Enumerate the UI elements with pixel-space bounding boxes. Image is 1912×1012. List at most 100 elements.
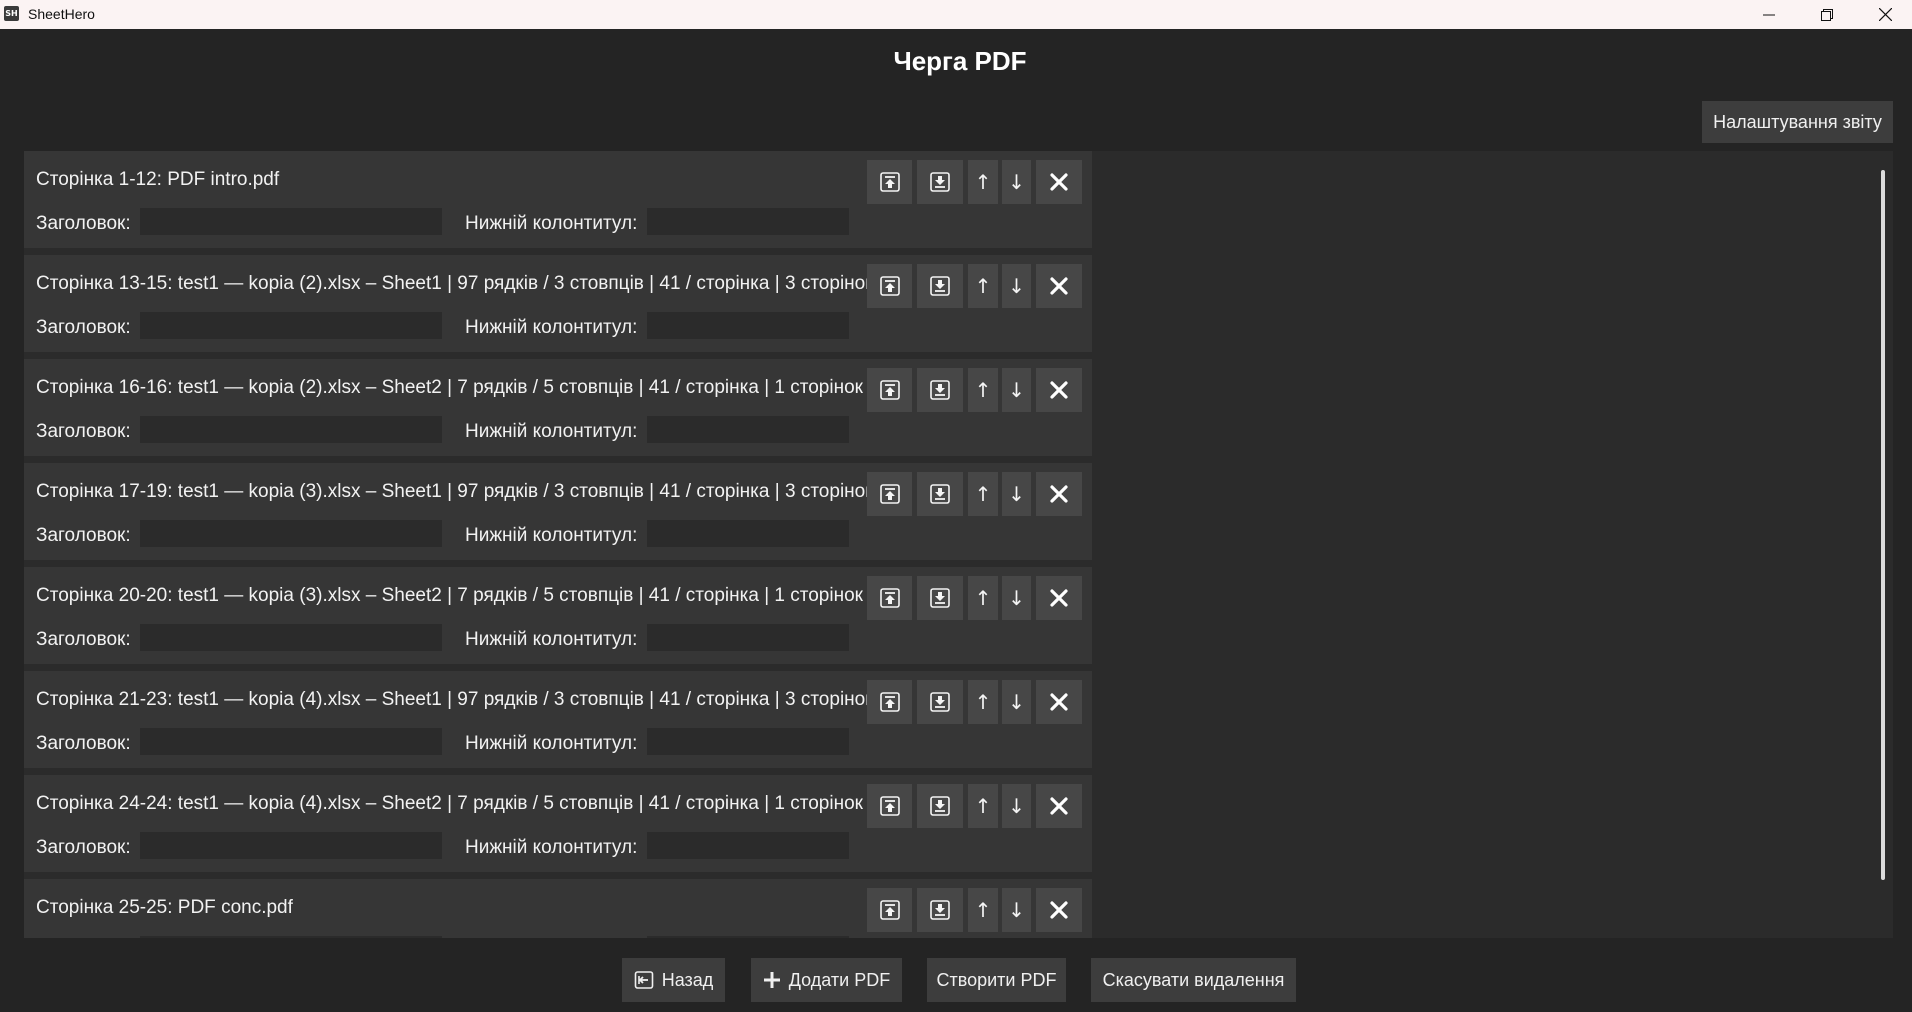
close-icon [1050, 901, 1068, 919]
move-to-bottom-button[interactable] [917, 680, 963, 724]
move-up-button[interactable]: ↑ [968, 680, 998, 724]
queue-item: Сторінка 17-19: test1 — kopia (3).xlsx –… [24, 463, 1092, 560]
header-input[interactable] [140, 208, 442, 235]
minimize-icon [1763, 14, 1775, 15]
window-title-bar: SH SheetHero [0, 0, 1912, 29]
remove-item-button[interactable] [1036, 264, 1082, 308]
close-icon [1050, 485, 1068, 503]
remove-item-button[interactable] [1036, 160, 1082, 204]
remove-item-button[interactable] [1036, 784, 1082, 828]
header-input[interactable] [140, 312, 442, 339]
move-down-button[interactable]: ↓ [1002, 264, 1031, 308]
close-icon [1050, 693, 1068, 711]
move-up-button[interactable]: ↑ [968, 160, 998, 204]
remove-item-button[interactable] [1036, 472, 1082, 516]
move-to-top-button[interactable] [867, 264, 912, 308]
queue-item-title: Сторінка 21-23: test1 — kopia (4).xlsx –… [36, 689, 874, 710]
move-to-top-button[interactable] [867, 680, 912, 724]
footer-input[interactable] [647, 312, 849, 339]
move-to-bottom-icon [930, 380, 950, 400]
move-to-top-icon [879, 484, 900, 504]
queue-item-title: Сторінка 24-24: test1 — kopia (4).xlsx –… [36, 793, 863, 814]
header-input[interactable] [140, 416, 442, 443]
move-to-bottom-button[interactable] [917, 784, 963, 828]
move-to-top-button[interactable] [867, 576, 912, 620]
queue-item: Сторінка 1-12: PDF intro.pdf Заголовок: … [24, 151, 1092, 248]
header-label: Заголовок: [36, 629, 131, 650]
move-to-bottom-button[interactable] [917, 472, 963, 516]
footer-input[interactable] [647, 728, 849, 755]
minimize-button[interactable] [1740, 0, 1798, 29]
remove-item-button[interactable] [1036, 576, 1082, 620]
move-to-top-icon [879, 900, 900, 920]
footer-input[interactable] [647, 624, 849, 651]
footer-input[interactable] [647, 416, 849, 443]
move-down-button[interactable]: ↓ [1002, 576, 1031, 620]
header-label: Заголовок: [36, 837, 131, 858]
move-up-button[interactable]: ↑ [968, 264, 998, 308]
move-up-button[interactable]: ↑ [968, 888, 998, 932]
move-to-top-button[interactable] [867, 368, 912, 412]
undo-delete-button[interactable]: Скасувати видалення [1091, 958, 1296, 1002]
footer-input[interactable] [647, 936, 849, 938]
header-input[interactable] [140, 520, 442, 547]
remove-item-button[interactable] [1036, 368, 1082, 412]
header-input[interactable] [140, 728, 442, 755]
footer-label: Нижній колонтитул: [465, 317, 638, 338]
move-down-button[interactable]: ↓ [1002, 784, 1031, 828]
footer-label: Нижній колонтитул: [465, 629, 638, 650]
arrow-down-icon: ↓ [1008, 898, 1025, 922]
back-button[interactable]: Назад [622, 958, 725, 1002]
queue-item: Сторінка 21-23: test1 — kopia (4).xlsx –… [24, 671, 1092, 768]
queue-item: Сторінка 25-25: PDF conc.pdf Заголовок: … [24, 879, 1092, 938]
move-up-button[interactable]: ↑ [968, 368, 998, 412]
add-pdf-label: Додати PDF [788, 969, 891, 990]
footer-label: Нижній колонтитул: [465, 525, 638, 546]
move-to-bottom-button[interactable] [917, 576, 963, 620]
add-pdf-button[interactable]: Додати PDF [751, 958, 902, 1002]
move-to-top-button[interactable] [867, 784, 912, 828]
window-close-button[interactable] [1856, 0, 1912, 29]
move-to-bottom-icon [930, 900, 950, 920]
move-to-bottom-button[interactable] [917, 160, 963, 204]
arrow-up-icon: ↑ [974, 898, 992, 922]
footer-label: Нижній колонтитул: [465, 733, 638, 754]
arrow-up-icon: ↑ [974, 690, 992, 714]
move-to-bottom-button[interactable] [917, 264, 963, 308]
move-down-button[interactable]: ↓ [1002, 160, 1031, 204]
move-down-button[interactable]: ↓ [1002, 472, 1031, 516]
scrollbar[interactable] [1873, 151, 1893, 938]
footer-input[interactable] [647, 832, 849, 859]
close-icon [1878, 8, 1892, 21]
header-input[interactable] [140, 832, 442, 859]
arrow-up-icon: ↑ [974, 378, 992, 402]
move-to-bottom-button[interactable] [917, 888, 963, 932]
move-to-top-button[interactable] [867, 888, 912, 932]
move-down-button[interactable]: ↓ [1002, 680, 1031, 724]
create-pdf-button[interactable]: Створити PDF [927, 958, 1066, 1002]
header-input[interactable] [140, 936, 442, 938]
header-input[interactable] [140, 624, 442, 651]
move-to-bottom-icon [930, 172, 950, 192]
footer-input[interactable] [647, 208, 849, 235]
report-settings-button[interactable]: Налаштування звіту [1702, 101, 1893, 143]
move-to-bottom-button[interactable] [917, 368, 963, 412]
scrollbar-thumb[interactable] [1881, 170, 1885, 880]
move-down-button[interactable]: ↓ [1002, 888, 1031, 932]
arrow-down-icon: ↓ [1008, 378, 1025, 402]
footer-label: Нижній колонтитул: [465, 837, 638, 858]
move-down-button[interactable]: ↓ [1002, 368, 1031, 412]
queue-item-title: Сторінка 25-25: PDF conc.pdf [36, 897, 293, 918]
footer-input[interactable] [647, 520, 849, 547]
remove-item-button[interactable] [1036, 888, 1082, 932]
move-to-top-button[interactable] [867, 472, 912, 516]
move-to-top-button[interactable] [867, 160, 912, 204]
restore-button[interactable] [1798, 0, 1856, 29]
remove-item-button[interactable] [1036, 680, 1082, 724]
pdf-queue-list[interactable]: Сторінка 1-12: PDF intro.pdf Заголовок: … [24, 151, 1893, 938]
move-up-button[interactable]: ↑ [968, 576, 998, 620]
move-up-button[interactable]: ↑ [968, 472, 998, 516]
queue-item-title: Сторінка 13-15: test1 — kopia (2).xlsx –… [36, 273, 874, 294]
move-up-button[interactable]: ↑ [968, 784, 998, 828]
app-icon: SH [4, 6, 19, 21]
